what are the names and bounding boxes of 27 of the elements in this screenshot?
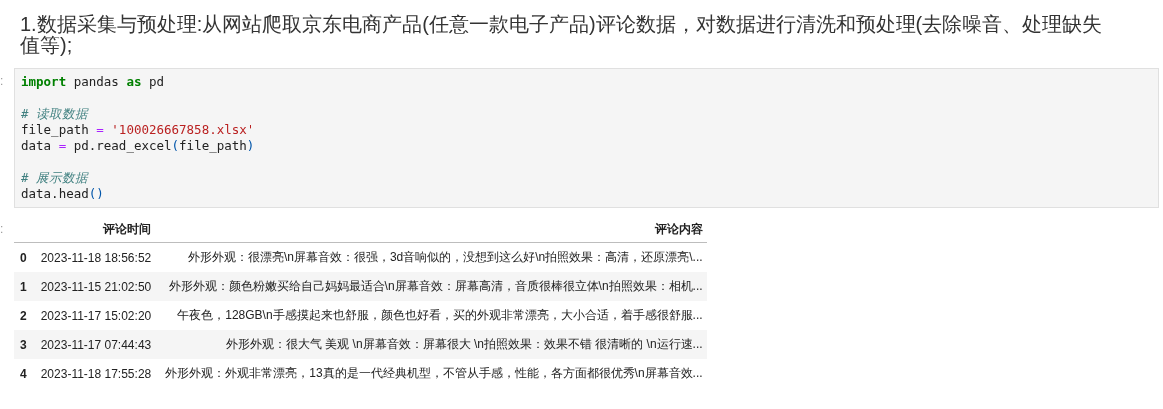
table-cell: 2023-11-18 18:56:52: [40, 250, 152, 265]
row-index: 2: [20, 308, 27, 323]
table-cell: 2023-11-17 15:02:20: [40, 308, 152, 323]
code-line: import pandas as pd: [21, 74, 164, 90]
table-cell: 外形外观：很大气 美观 \n屏幕音效：屏幕很大 \n拍照效果：效果不错 很清晰的 \n运行速...: [225, 337, 703, 351]
cell-prompt: :: [0, 73, 5, 88]
code-line: data = pd.read_excel(file_path): [21, 138, 255, 154]
row-index: 0: [20, 250, 27, 265]
column-header: 评论内容: [654, 221, 703, 236]
table-cell: 2023-11-18 17:55:28: [40, 366, 152, 381]
code-editor[interactable]: import pandas as pd # 读取数据 file_path = '100026667858.xlsx' data = pd.read_excel(file_path) # 展示数据 data.head(): [14, 68, 1159, 208]
table-cell: 外形外观：外观非常漂亮，13真的是一代经典机型，不管从手感，性能，各方面都很优秀\n屏幕音效...: [165, 366, 703, 380]
code-line: # 展示数据: [21, 170, 89, 186]
section-heading: 1.数据采集与预处理:从网站爬取京东电商产品(任意一款电子产品)评论数据，对数据进行清洗和预处理(去除噪音、处理缺失值等);: [20, 14, 1104, 56]
table-cell: 2023-11-17 07:44:43: [40, 337, 152, 352]
table-cell: 外形外观：很漂亮\n屏幕音效：很强，3d音响似的，没想到这么好\n拍照效果：高清，还原漂亮\...: [187, 250, 703, 264]
table-cell: 午夜色，128GB\n手感摸起来也舒服，颜色也好看，买的外观非常漂亮，大小合适，着手感很舒服...: [177, 308, 703, 322]
output-prompt: :: [0, 221, 5, 236]
table-cell: 2023-11-15 21:02:50: [40, 279, 152, 294]
row-index: 4: [20, 366, 27, 381]
row-index: 3: [20, 337, 27, 352]
code-line: # 读取数据: [21, 106, 89, 122]
code-line: file_path = '100026667858.xlsx': [21, 122, 255, 138]
code-line: data.head(): [21, 186, 104, 202]
row-index: 1: [20, 279, 27, 294]
column-header: 评论时间: [103, 221, 152, 236]
table-cell: 外形外观：颜色粉嫩买给自己妈妈最适合\n屏幕音效：屏幕高清，音质很棒很立体\n拍照效果：相机...: [168, 279, 703, 293]
